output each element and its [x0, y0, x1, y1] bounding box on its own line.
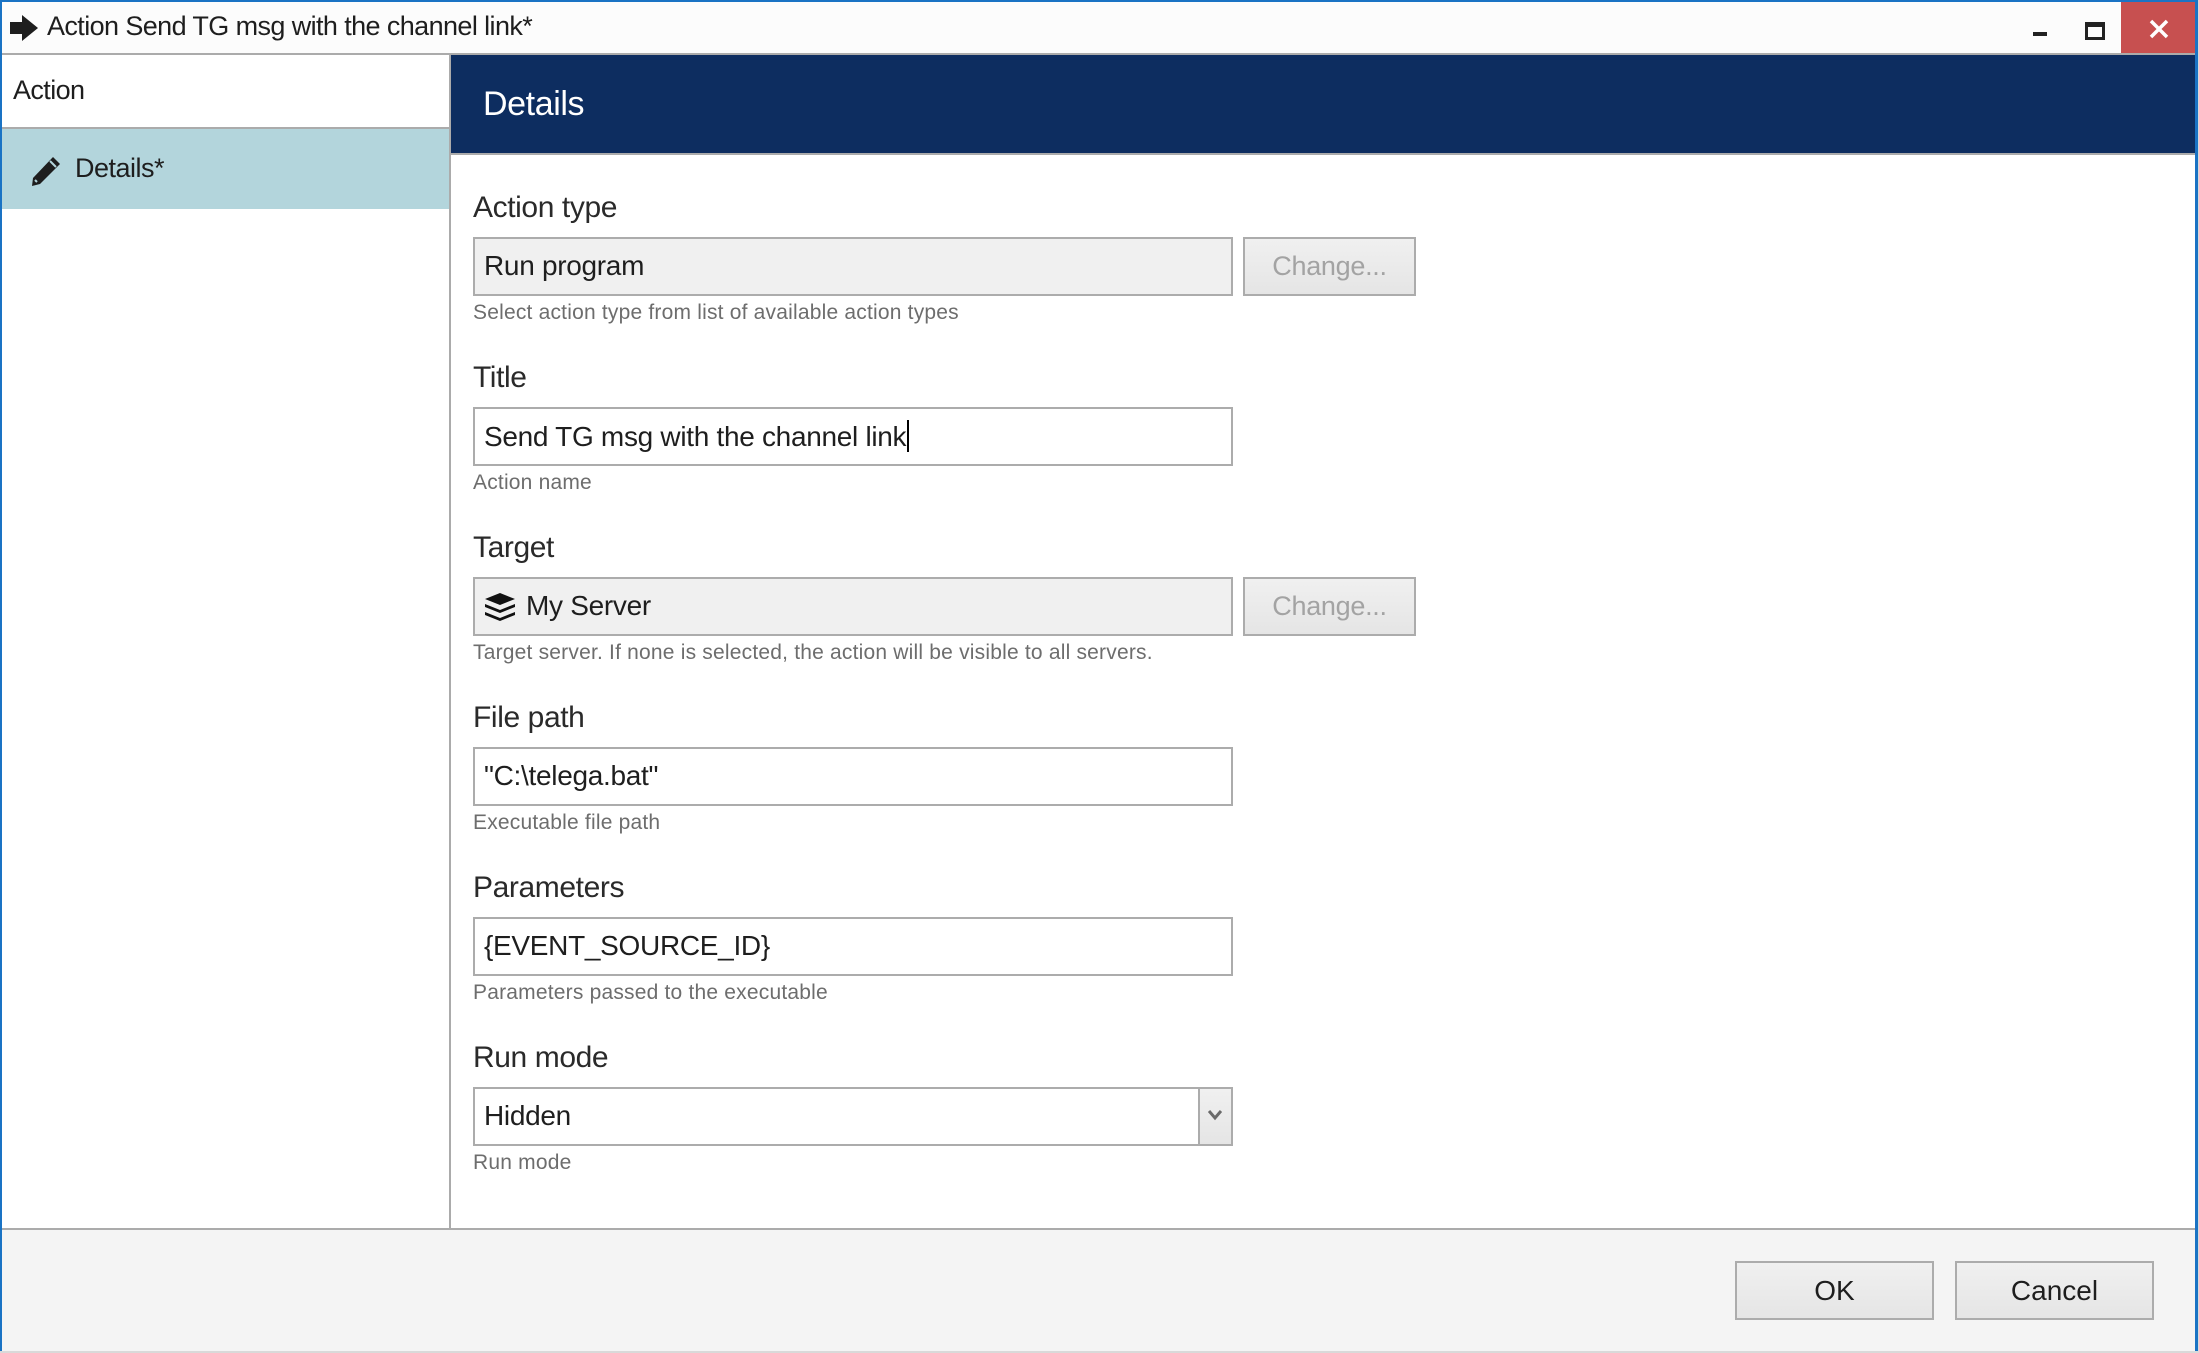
dialog-footer: OK Cancel [2, 1228, 2195, 1351]
pencil-icon [32, 157, 60, 186]
change-action-type-button[interactable]: Change... [1243, 237, 1416, 296]
panel-title: Details [483, 85, 585, 123]
run-mode-dropdown-button[interactable] [1198, 1089, 1231, 1144]
action-type-label: Action type [473, 191, 618, 224]
run-mode-value: Hidden [484, 1100, 571, 1131]
sidebar-header: Action [2, 55, 449, 129]
run-mode-select[interactable]: Hidden [473, 1087, 1233, 1146]
ok-button[interactable]: OK [1735, 1261, 1934, 1320]
text-caret [907, 420, 910, 452]
sidebar-item-details[interactable]: Details* [2, 129, 449, 209]
minimize-icon [2033, 32, 2047, 36]
title-label: Title [473, 361, 527, 394]
target-label: Target [473, 531, 554, 564]
change-target-button[interactable]: Change... [1243, 577, 1416, 636]
action-type-field[interactable]: Run program [473, 237, 1233, 296]
file-path-value: "C:\telega.bat" [484, 760, 659, 791]
panel-header: Details [451, 55, 2195, 155]
action-type-helper: Select action type from list of availabl… [473, 301, 959, 324]
target-field[interactable]: My Server [473, 577, 1233, 636]
run-mode-helper: Run mode [473, 1151, 572, 1174]
file-path-input[interactable]: "C:\telega.bat" [473, 747, 1233, 806]
sidebar: Action Details* [2, 55, 451, 1228]
run-mode-label: Run mode [473, 1041, 609, 1074]
file-path-helper: Executable file path [473, 811, 661, 834]
parameters-label: Parameters [473, 871, 625, 904]
title-input[interactable]: Send TG msg with the channel link [473, 407, 1233, 466]
parameters-helper: Parameters passed to the executable [473, 981, 828, 1004]
title-value: Send TG msg with the channel link [484, 421, 907, 452]
arrow-right-icon [10, 15, 38, 41]
cancel-button[interactable]: Cancel [1955, 1261, 2154, 1320]
title-helper: Action name [473, 471, 592, 494]
window-title: Action Send TG msg with the channel link… [47, 11, 533, 41]
sidebar-item-label: Details* [75, 153, 165, 183]
maximize-icon [2085, 22, 2105, 40]
title-input-content: Send TG msg with the channel link [484, 420, 910, 453]
close-icon [2149, 19, 2169, 39]
file-path-label: File path [473, 701, 585, 734]
target-value: My Server [526, 590, 651, 621]
maximize-button[interactable] [2068, 2, 2123, 53]
parameters-input[interactable]: {EVENT_SOURCE_ID} [473, 917, 1233, 976]
parameters-value: {EVENT_SOURCE_ID} [484, 930, 770, 961]
close-button[interactable] [2121, 2, 2195, 53]
server-stack-icon [485, 593, 515, 621]
action-type-value: Run program [484, 250, 645, 281]
minimize-button[interactable] [2012, 2, 2068, 53]
chevron-down-icon [1208, 1110, 1222, 1121]
sidebar-header-label: Action [13, 75, 85, 105]
action-dialog-window: Action Send TG msg with the channel link… [0, 0, 2198, 1351]
title-bar[interactable]: Action Send TG msg with the channel link… [2, 2, 2195, 55]
target-helper: Target server. If none is selected, the … [473, 641, 1153, 664]
